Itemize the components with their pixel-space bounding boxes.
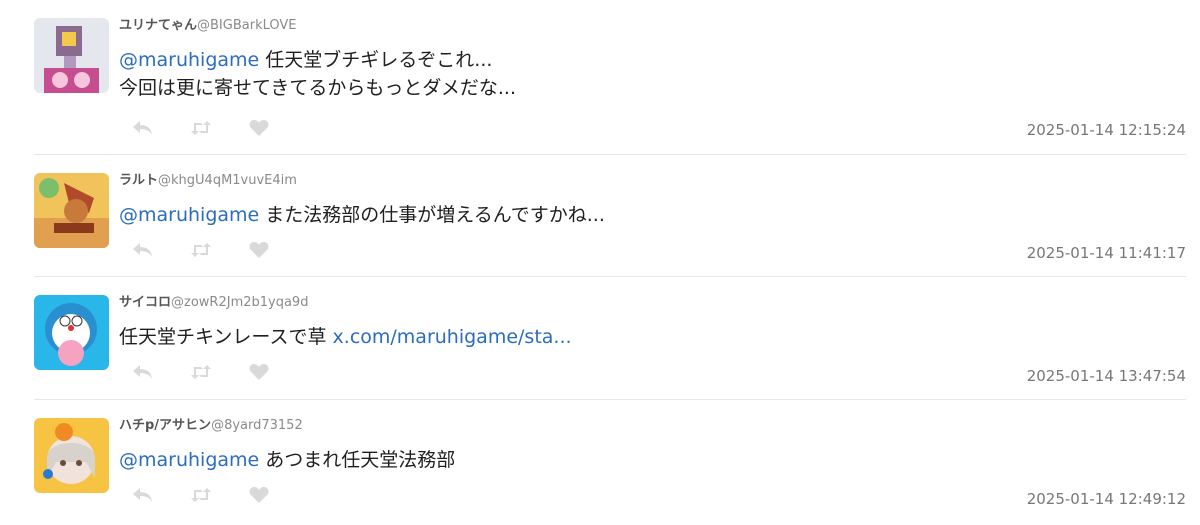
- tweet-header: サイコロ@zowR2Jm2b1yqa9d: [119, 295, 308, 311]
- tweet-header: ハチp/アサヒン@8yard73152: [119, 418, 303, 434]
- like-icon[interactable]: [247, 485, 271, 505]
- reply-icon[interactable]: [131, 240, 155, 260]
- tweet-text-line: 今回は更に寄せてきてるからもっとダメだな...: [119, 77, 516, 99]
- avatar[interactable]: [34, 18, 109, 93]
- avatar-image: [34, 18, 109, 93]
- like-icon[interactable]: [247, 118, 271, 138]
- tweet-item: ハチp/アサヒン@8yard73152 @maruhigame あつまれ任天堂法…: [34, 418, 1186, 518]
- avatar[interactable]: [34, 295, 109, 370]
- retweet-icon[interactable]: [189, 485, 213, 505]
- retweet-icon[interactable]: [189, 240, 213, 260]
- avatar[interactable]: [34, 173, 109, 248]
- mention-link[interactable]: @maruhigame: [119, 49, 259, 71]
- tweet-text-line: また法務部の仕事が増えるんですかね...: [259, 204, 605, 226]
- user-handle[interactable]: @8yard73152: [211, 418, 303, 433]
- user-name[interactable]: ハチp/アサヒン: [119, 418, 211, 433]
- retweet-icon[interactable]: [189, 118, 213, 138]
- tweet-text: @maruhigame あつまれ任天堂法務部: [119, 446, 455, 474]
- user-name[interactable]: サイコロ: [119, 295, 171, 310]
- reply-icon[interactable]: [131, 362, 155, 382]
- timestamp: 2025-01-14 12:15:24: [1026, 121, 1186, 139]
- timestamp: 2025-01-14 11:41:17: [1026, 244, 1186, 262]
- user-handle[interactable]: @zowR2Jm2b1yqa9d: [171, 295, 308, 310]
- tweet-header: ラルト@khgU4qM1vuvE4im: [119, 173, 297, 189]
- tweet-text-line: 任天堂チキンレースで草: [119, 326, 333, 348]
- user-handle[interactable]: @khgU4qM1vuvE4im: [158, 173, 297, 188]
- like-icon[interactable]: [247, 362, 271, 382]
- tweet-actions: [131, 240, 271, 260]
- tweet-text: @maruhigame 任天堂ブチギレるぞこれ... 今回は更に寄せてきてるから…: [119, 46, 516, 102]
- user-handle[interactable]: @BIGBarkLOVE: [197, 18, 296, 33]
- tweet-text: 任天堂チキンレースで草 x.com/maruhigame/sta...: [119, 323, 572, 351]
- tweet-actions: [131, 118, 271, 138]
- tweet-text-line: 任天堂ブチギレるぞこれ...: [259, 49, 493, 71]
- tweet-actions: [131, 485, 271, 505]
- avatar[interactable]: [34, 418, 109, 493]
- user-name[interactable]: ユリナてゃん: [119, 18, 197, 33]
- timestamp: 2025-01-14 13:47:54: [1026, 367, 1186, 385]
- timestamp: 2025-01-14 12:49:12: [1026, 490, 1186, 508]
- mention-link[interactable]: @maruhigame: [119, 449, 259, 471]
- tweet-text-line: あつまれ任天堂法務部: [259, 449, 456, 471]
- url-link[interactable]: x.com/maruhigame/sta...: [333, 326, 572, 348]
- retweet-icon[interactable]: [189, 362, 213, 382]
- like-icon[interactable]: [247, 240, 271, 260]
- reply-icon[interactable]: [131, 485, 155, 505]
- reply-icon[interactable]: [131, 118, 155, 138]
- mention-link[interactable]: @maruhigame: [119, 204, 259, 226]
- tweet-item: サイコロ@zowR2Jm2b1yqa9d 任天堂チキンレースで草 x.com/m…: [34, 295, 1186, 400]
- tweet-item: ラルト@khgU4qM1vuvE4im @maruhigame また法務部の仕事…: [34, 173, 1186, 277]
- tweet-header: ユリナてゃん@BIGBarkLOVE: [119, 18, 297, 34]
- user-name[interactable]: ラルト: [119, 173, 158, 188]
- tweet-item: ユリナてゃん@BIGBarkLOVE @maruhigame 任天堂ブチギレるぞ…: [34, 18, 1186, 155]
- avatar-image: [34, 418, 109, 493]
- tweet-text: @maruhigame また法務部の仕事が増えるんですかね...: [119, 201, 605, 229]
- avatar-image: [34, 173, 109, 248]
- avatar-image: [34, 295, 109, 370]
- tweet-actions: [131, 362, 271, 382]
